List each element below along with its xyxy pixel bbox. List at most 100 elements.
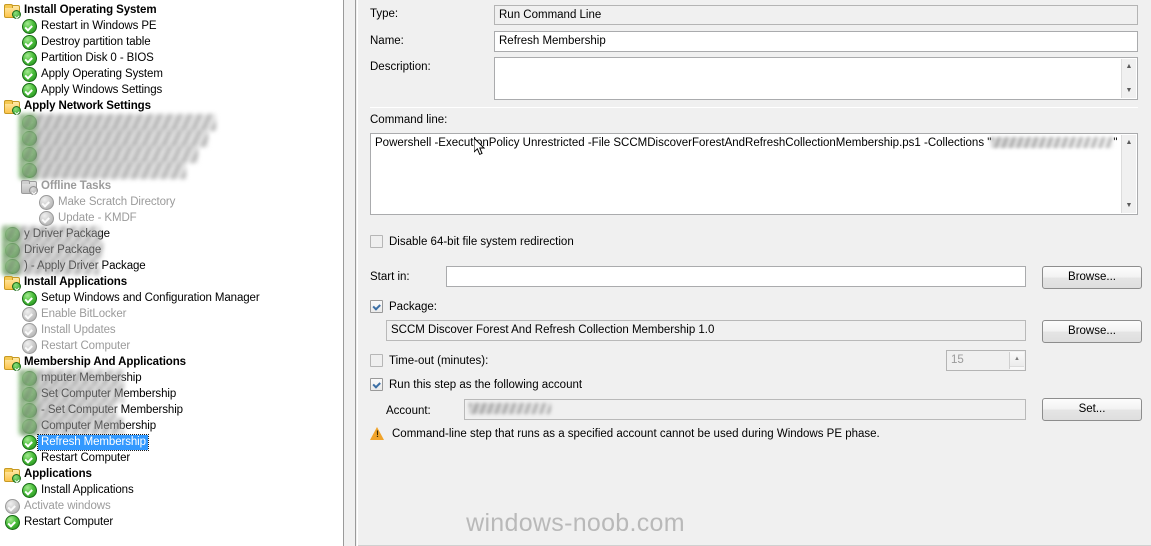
- mouse-cursor: [474, 138, 486, 156]
- tree-item[interactable]: Membership And Applications: [0, 354, 343, 371]
- command-line-scrollbar[interactable]: ▲ ▼: [1121, 135, 1136, 213]
- description-scrollbar[interactable]: ▲ ▼: [1121, 59, 1136, 98]
- tree-item[interactable]: Computer Membership: [0, 418, 343, 435]
- tree-item[interactable]: Apply Windows Settings: [0, 82, 343, 98]
- tree-item[interactable]: mputer Membership: [0, 370, 343, 387]
- disable-redirection-row[interactable]: Disable 64-bit file system redirection: [370, 235, 574, 248]
- redacted-label-blur: [20, 130, 208, 147]
- tree-item[interactable]: y Driver Package: [0, 226, 343, 243]
- tree-item[interactable]: [0, 130, 343, 147]
- scroll-down-icon[interactable]: ▼: [1122, 83, 1136, 98]
- spin-up-icon[interactable]: ▲: [1010, 352, 1024, 367]
- account-label: Account:: [386, 405, 431, 417]
- green-check-icon: [21, 370, 37, 386]
- package-browse-button[interactable]: Browse...: [1042, 320, 1142, 343]
- timeout-spinner[interactable]: 15 ▲ ▼: [946, 350, 1026, 371]
- tree-item[interactable]: Refresh Membership: [0, 433, 343, 451]
- name-input[interactable]: Refresh Membership: [494, 31, 1138, 52]
- tree-item[interactable]: [0, 162, 343, 179]
- disable-redirection-checkbox[interactable]: [370, 235, 383, 248]
- type-label: Type:: [370, 8, 399, 20]
- green-check-icon: [21, 338, 37, 354]
- tree-item[interactable]: - Set Computer Membership: [0, 402, 343, 419]
- tree-item[interactable]: Enable BitLocker: [0, 306, 343, 322]
- run-as-account-row[interactable]: Run this step as the following account: [370, 378, 582, 391]
- tree-item-label: Install Updates: [41, 324, 116, 336]
- scroll-down-icon[interactable]: ▼: [1122, 198, 1136, 213]
- tree-item[interactable]: Restart Computer: [0, 514, 343, 530]
- tree-item[interactable]: Apply Network Settings: [0, 98, 343, 115]
- green-check-icon: [21, 434, 37, 450]
- green-check-icon: [4, 242, 20, 258]
- tree-item[interactable]: Install Operating System: [0, 2, 343, 19]
- run-as-account-checkbox[interactable]: [370, 378, 383, 391]
- tree-item[interactable]: Install Applications: [0, 482, 343, 498]
- green-check-icon: [21, 18, 37, 34]
- tree-item[interactable]: Partition Disk 0 - BIOS: [0, 50, 343, 66]
- tree-item[interactable]: Make Scratch Directory: [0, 194, 343, 210]
- tree-item[interactable]: Restart in Windows PE: [0, 18, 343, 34]
- tree-item[interactable]: Setup Windows and Configuration Manager: [0, 290, 343, 306]
- panel-splitter[interactable]: [345, 0, 356, 546]
- tree-item[interactable]: Destroy partition table: [0, 34, 343, 50]
- scroll-up-icon[interactable]: ▲: [1122, 135, 1136, 150]
- package-checkbox[interactable]: [370, 300, 383, 313]
- type-value: Run Command Line: [494, 5, 1138, 25]
- tree-item[interactable]: Install Applications: [0, 274, 343, 291]
- green-check-icon: [21, 290, 37, 306]
- tree-item[interactable]: [0, 114, 343, 131]
- tree-item-selection: Refresh Membership: [37, 433, 149, 451]
- tree-item[interactable]: Restart Computer: [0, 450, 343, 466]
- tree-item[interactable]: Apply Operating System: [0, 66, 343, 82]
- start-in-input[interactable]: [446, 266, 1026, 287]
- green-check-icon: [21, 162, 37, 178]
- green-check-icon: [21, 482, 37, 498]
- folder-check-icon: [4, 274, 21, 291]
- green-check-icon: [21, 130, 37, 146]
- description-textarea[interactable]: ▲ ▼: [494, 57, 1138, 100]
- tree-item-label: Destroy partition table: [41, 36, 151, 48]
- account-set-button[interactable]: Set...: [1042, 398, 1142, 421]
- task-sequence-tree-list[interactable]: Install Operating System Restart in Windo…: [0, 0, 343, 530]
- green-check-icon: [21, 450, 37, 466]
- green-check-icon: [21, 82, 37, 98]
- tree-item-label: Install Applications: [41, 484, 134, 496]
- tree-item-label: Restart Computer: [24, 516, 114, 528]
- tree-item[interactable]: Activate windows: [0, 498, 343, 514]
- start-in-browse-button[interactable]: Browse...: [1042, 266, 1142, 289]
- tree-item[interactable]: Install Updates: [0, 322, 343, 338]
- scroll-up-icon[interactable]: ▲: [1122, 59, 1136, 74]
- task-sequence-editor-window: Install Operating System Restart in Windo…: [0, 0, 1151, 546]
- timeout-spin-buttons[interactable]: ▲ ▼: [1009, 352, 1024, 370]
- green-check-icon: [21, 306, 37, 322]
- tree-item-label: Computer Membership: [41, 420, 157, 432]
- tree-item[interactable]: Update - KMDF: [0, 210, 343, 226]
- tree-item[interactable]: [0, 146, 343, 163]
- folder-check-icon: [4, 354, 21, 371]
- task-sequence-tree[interactable]: Install Operating System Restart in Windo…: [0, 0, 344, 546]
- green-check-icon: [21, 322, 37, 338]
- tree-item[interactable]: Set Computer Membership: [0, 386, 343, 403]
- green-check-icon: [21, 66, 37, 82]
- warning-message: Command-line step that runs as a specifi…: [370, 427, 880, 441]
- spin-down-icon[interactable]: ▼: [1010, 367, 1024, 370]
- command-line-value-tail: ": [1113, 137, 1118, 149]
- package-row[interactable]: Package:: [370, 300, 437, 313]
- tree-item-label: Setup Windows and Configuration Manager: [41, 292, 260, 304]
- tree-item-label: Apply Network Settings: [24, 100, 151, 112]
- tree-item[interactable]: Applications: [0, 466, 343, 483]
- tree-item-label: Restart in Windows PE: [41, 20, 157, 32]
- tree-item[interactable]: Driver Package: [0, 242, 343, 259]
- tree-item[interactable]: Offline Tasks: [0, 178, 343, 195]
- green-check-icon: [21, 146, 37, 162]
- timeout-row[interactable]: Time-out (minutes):: [370, 354, 488, 367]
- warning-icon: [370, 427, 385, 441]
- check-badge-icon: [12, 362, 21, 371]
- account-redacted-value: [469, 403, 551, 415]
- green-check-icon: [21, 402, 37, 418]
- tree-item[interactable]: ) - Apply Driver Package: [0, 258, 343, 275]
- tree-item-label: Apply Windows Settings: [41, 84, 163, 96]
- timeout-checkbox[interactable]: [370, 354, 383, 367]
- account-input[interactable]: [464, 399, 1026, 420]
- tree-item[interactable]: Restart Computer: [0, 338, 343, 354]
